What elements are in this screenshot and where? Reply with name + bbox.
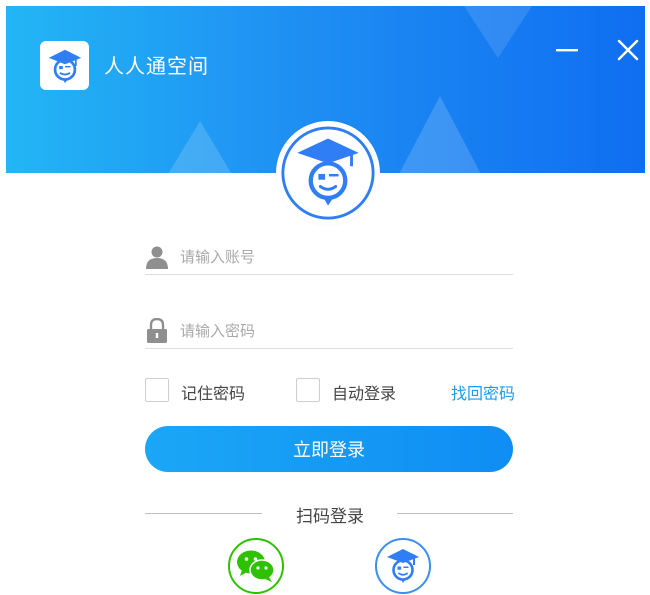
account-input[interactable] xyxy=(180,248,513,266)
user-avatar xyxy=(276,121,380,225)
auto-login-checkbox[interactable] xyxy=(296,378,320,402)
app-logo-icon xyxy=(48,49,81,83)
password-input[interactable] xyxy=(180,322,513,340)
password-field xyxy=(145,314,513,349)
wechat-login-button[interactable] xyxy=(228,538,284,594)
app-qr-login-button[interactable] xyxy=(375,538,431,594)
remember-password-label: 记住密码 xyxy=(181,384,246,403)
lock-icon xyxy=(145,318,169,343)
options-row: 记住密码 自动登录 找回密码 xyxy=(145,378,515,404)
close-icon xyxy=(617,39,639,61)
decor-triangle xyxy=(464,6,532,58)
wechat-icon xyxy=(237,550,275,582)
remember-password-checkbox[interactable] xyxy=(145,378,169,402)
minimize-icon xyxy=(556,49,578,52)
decor-triangle xyxy=(164,121,236,173)
app-logo-icon xyxy=(281,126,375,220)
divider-right xyxy=(397,513,513,514)
app-logo xyxy=(40,41,89,90)
minimize-button[interactable] xyxy=(553,36,581,64)
close-button[interactable] xyxy=(614,36,642,64)
auto-login-label: 自动登录 xyxy=(332,384,397,403)
login-button[interactable]: 立即登录 xyxy=(145,426,513,472)
account-field xyxy=(145,240,513,275)
scan-login-label: 扫码登录 xyxy=(296,507,364,527)
divider-left xyxy=(145,513,262,514)
decor-triangle xyxy=(398,96,482,173)
app-logo-icon xyxy=(387,549,419,583)
user-icon xyxy=(145,245,169,269)
app-title: 人人通空间 xyxy=(104,54,209,78)
forgot-password-link[interactable]: 找回密码 xyxy=(451,380,515,404)
